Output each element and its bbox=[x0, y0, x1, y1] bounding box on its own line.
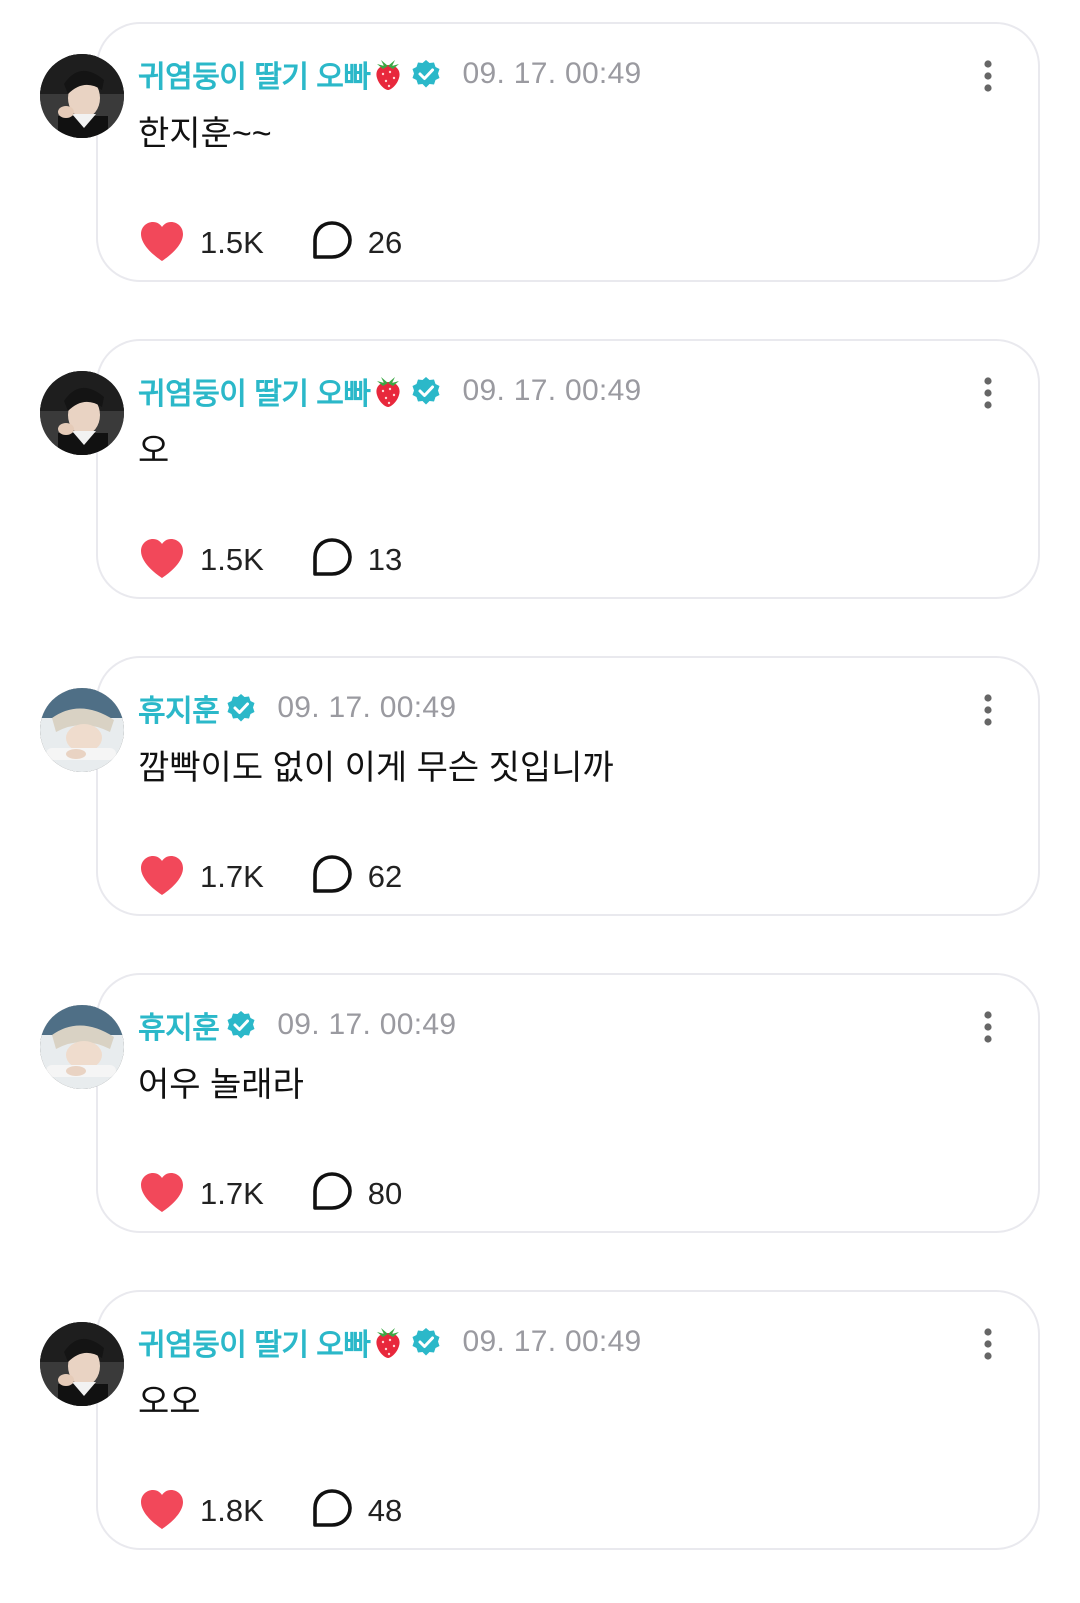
comment-bubble-icon bbox=[310, 1487, 354, 1536]
strawberry-icon bbox=[372, 1325, 404, 1359]
avatar-dark-hair-image bbox=[40, 1322, 124, 1406]
more-options-icon[interactable] bbox=[970, 1324, 1006, 1364]
post-header: 귀염둥이 딸기 오빠 09. 17. 00:49 bbox=[138, 52, 642, 96]
avatar-dark-hair-image bbox=[40, 54, 124, 138]
like-count: 1.7K bbox=[200, 859, 264, 894]
comment-bubble-icon bbox=[310, 1170, 354, 1219]
post-message: 깜빡이도 없이 이게 무슨 짓입니까 bbox=[138, 749, 614, 787]
comment-button[interactable]: 13 bbox=[310, 536, 402, 585]
author-name[interactable]: 휴지훈 bbox=[138, 1003, 220, 1047]
author-name[interactable]: 귀염둥이 딸기 오빠 bbox=[138, 1320, 371, 1364]
comment-bubble-icon bbox=[310, 219, 354, 268]
post-header: 귀염둥이 딸기 오빠 09. 17. 00:49 bbox=[138, 369, 642, 413]
strawberry-icon bbox=[372, 57, 404, 91]
author-name[interactable]: 귀염둥이 딸기 오빠 bbox=[138, 52, 371, 96]
author-name[interactable]: 귀염둥이 딸기 오빠 bbox=[138, 369, 371, 413]
comment-button[interactable]: 48 bbox=[310, 1487, 402, 1536]
comment-count: 26 bbox=[367, 225, 403, 260]
comment-button[interactable]: 26 bbox=[310, 219, 402, 268]
post-actions: 1.7K 62 bbox=[138, 852, 402, 902]
verified-badge-icon bbox=[410, 375, 442, 407]
avatar-dark-hair-image bbox=[40, 371, 124, 455]
like-button[interactable]: 1.8K bbox=[138, 1487, 264, 1536]
like-button[interactable]: 1.5K bbox=[138, 219, 264, 268]
like-count: 1.5K bbox=[200, 225, 264, 260]
verified-badge-icon bbox=[225, 692, 257, 724]
post-header: 휴지훈 09. 17. 00:49 bbox=[138, 1003, 456, 1047]
comment-bubble-icon bbox=[310, 853, 354, 902]
post-message: 오 bbox=[138, 432, 170, 470]
post-card: 휴지훈 09. 17. 00:49 깜빡이도 없이 이게 무슨 짓입니까 1.7… bbox=[0, 656, 1080, 916]
post-message: 어우 놀래라 bbox=[138, 1066, 304, 1104]
like-button[interactable]: 1.5K bbox=[138, 536, 264, 585]
author-avatar[interactable] bbox=[40, 371, 124, 455]
post-actions: 1.5K 13 bbox=[138, 535, 402, 585]
post-message: 오오 bbox=[138, 1383, 201, 1421]
comment-button[interactable]: 80 bbox=[310, 1170, 402, 1219]
strawberry-icon bbox=[372, 374, 404, 408]
heart-icon bbox=[138, 853, 186, 902]
like-count: 1.8K bbox=[200, 1493, 264, 1528]
post-card: 귀염둥이 딸기 오빠 09. 17. 00:49 오오 1.8K 48 bbox=[0, 1290, 1080, 1550]
post-card: 귀염둥이 딸기 오빠 09. 17. 00:49 한지훈~~ 1.5K 26 bbox=[0, 22, 1080, 282]
verified-badge-icon bbox=[410, 1326, 442, 1358]
post-timestamp: 09. 17. 00:49 bbox=[462, 374, 642, 407]
like-count: 1.7K bbox=[200, 1176, 264, 1211]
author-avatar[interactable] bbox=[40, 54, 124, 138]
like-button[interactable]: 1.7K bbox=[138, 853, 264, 902]
post-actions: 1.5K 26 bbox=[138, 218, 402, 268]
comment-count: 62 bbox=[367, 859, 403, 894]
author-avatar[interactable] bbox=[40, 1005, 124, 1089]
comment-bubble-icon bbox=[310, 536, 354, 585]
verified-badge-icon bbox=[225, 1009, 257, 1041]
post-timestamp: 09. 17. 00:49 bbox=[462, 1325, 642, 1358]
heart-icon bbox=[138, 219, 186, 268]
post-timestamp: 09. 17. 00:49 bbox=[277, 691, 457, 724]
post-card: 귀염둥이 딸기 오빠 09. 17. 00:49 오 1.5K 13 bbox=[0, 339, 1080, 599]
verified-badge-icon bbox=[410, 58, 442, 90]
like-count: 1.5K bbox=[200, 542, 264, 577]
post-actions: 1.8K 48 bbox=[138, 1486, 402, 1536]
author-avatar[interactable] bbox=[40, 688, 124, 772]
more-options-icon[interactable] bbox=[970, 1007, 1006, 1047]
author-avatar[interactable] bbox=[40, 1322, 124, 1406]
heart-icon bbox=[138, 1487, 186, 1536]
heart-icon bbox=[138, 1170, 186, 1219]
post-header: 귀염둥이 딸기 오빠 09. 17. 00:49 bbox=[138, 1320, 642, 1364]
post-card: 휴지훈 09. 17. 00:49 어우 놀래라 1.7K 80 bbox=[0, 973, 1080, 1233]
post-timestamp: 09. 17. 00:49 bbox=[462, 57, 642, 90]
heart-icon bbox=[138, 536, 186, 585]
more-options-icon[interactable] bbox=[970, 56, 1006, 96]
more-options-icon[interactable] bbox=[970, 373, 1006, 413]
author-name[interactable]: 휴지훈 bbox=[138, 686, 220, 730]
post-feed: 귀염둥이 딸기 오빠 09. 17. 00:49 한지훈~~ 1.5K 26 귀… bbox=[0, 0, 1080, 1603]
more-options-icon[interactable] bbox=[970, 690, 1006, 730]
avatar-light-hair-image bbox=[40, 688, 124, 772]
post-header: 휴지훈 09. 17. 00:49 bbox=[138, 686, 456, 730]
like-button[interactable]: 1.7K bbox=[138, 1170, 264, 1219]
avatar-light-hair-image bbox=[40, 1005, 124, 1089]
post-timestamp: 09. 17. 00:49 bbox=[277, 1008, 457, 1041]
comment-count: 48 bbox=[367, 1493, 403, 1528]
post-actions: 1.7K 80 bbox=[138, 1169, 402, 1219]
comment-count: 13 bbox=[367, 542, 403, 577]
post-message: 한지훈~~ bbox=[138, 115, 272, 153]
comment-count: 80 bbox=[367, 1176, 403, 1211]
comment-button[interactable]: 62 bbox=[310, 853, 402, 902]
